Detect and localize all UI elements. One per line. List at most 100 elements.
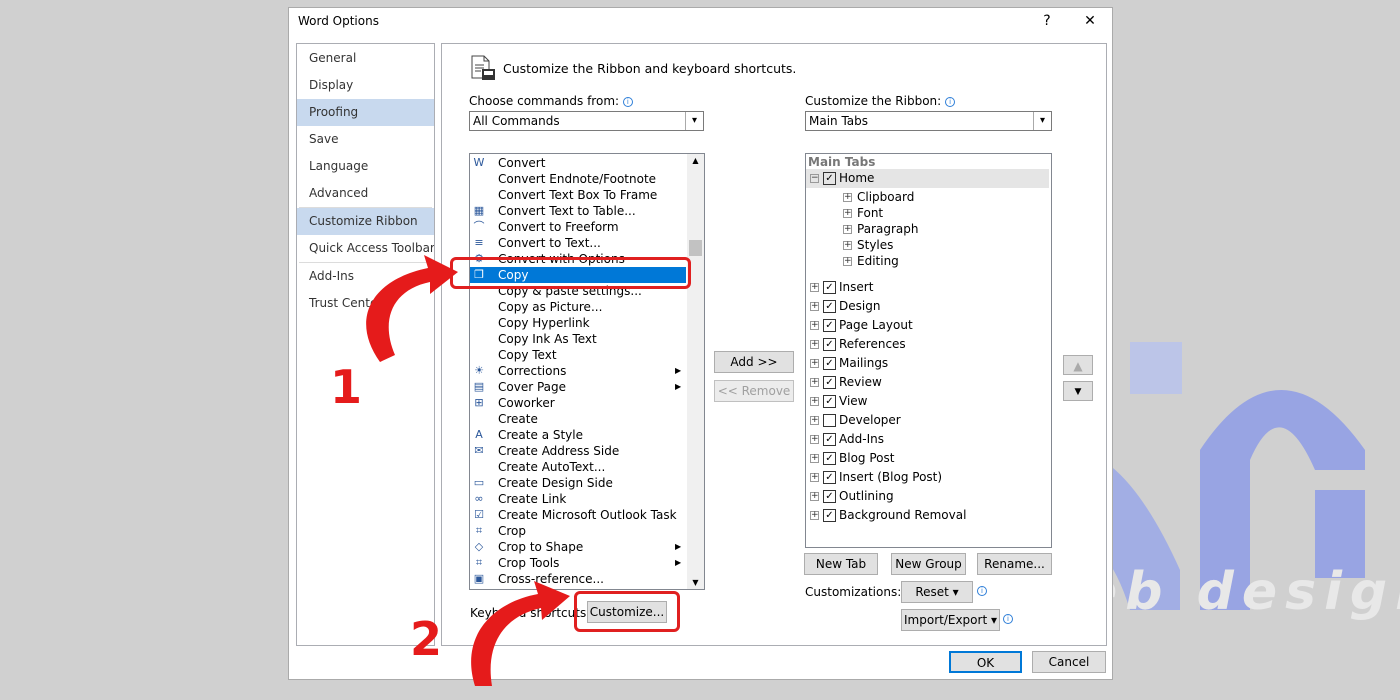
tree-tab-item[interactable]: + ✓ Insert (Blog Post): [806, 468, 1049, 487]
command-list-item[interactable]: ⊞ Coworker: [470, 395, 686, 411]
tree-tab-item[interactable]: + ✓ Page Layout: [806, 316, 1049, 335]
command-list-item[interactable]: ▦ Convert Text to Table...: [470, 203, 686, 219]
tree-tab-item[interactable]: + ✓ Outlining: [806, 487, 1049, 506]
tab-checkbox[interactable]: ✓: [823, 395, 836, 408]
command-list-item[interactable]: ⌗ Crop Tools ▶: [470, 555, 686, 571]
command-list-item[interactable]: Copy Ink As Text: [470, 331, 686, 347]
tab-checkbox[interactable]: ✓: [823, 319, 836, 332]
tree-tab-item[interactable]: + ✓ Background Removal: [806, 506, 1049, 525]
new-tab-button[interactable]: New Tab: [804, 553, 878, 575]
scroll-down-icon[interactable]: ▼: [687, 578, 704, 587]
tree-tab-item[interactable]: + ✓ Mailings: [806, 354, 1049, 373]
expand-icon[interactable]: +: [810, 378, 819, 387]
sidebar-item-customize-ribbon[interactable]: Customize Ribbon: [297, 208, 434, 235]
tab-checkbox[interactable]: ✓: [823, 357, 836, 370]
expand-icon[interactable]: +: [843, 241, 852, 250]
tree-tab-item[interactable]: + ✓ Review: [806, 373, 1049, 392]
command-list-item[interactable]: Create AutoText...: [470, 459, 686, 475]
command-list-item[interactable]: Copy as Picture...: [470, 299, 686, 315]
tree-tab-item[interactable]: + ✓ Design: [806, 297, 1049, 316]
tab-checkbox[interactable]: ✓: [823, 300, 836, 313]
reset-dropdown-button[interactable]: Reset ▾: [901, 581, 973, 603]
add-button[interactable]: Add >>: [714, 351, 794, 373]
tab-checkbox[interactable]: ✓: [823, 452, 836, 465]
command-list-item[interactable]: Convert Text Box To Frame: [470, 187, 686, 203]
expand-icon[interactable]: +: [810, 435, 819, 444]
tree-tab-item[interactable]: + ✓ Insert: [806, 278, 1049, 297]
command-list-item[interactable]: ✉ Create Address Side: [470, 443, 686, 459]
choose-commands-dropdown[interactable]: All Commands ▾: [469, 111, 704, 131]
new-group-button[interactable]: New Group: [891, 553, 966, 575]
sidebar-item-general[interactable]: General: [297, 45, 434, 72]
tab-checkbox[interactable]: [823, 414, 836, 427]
tab-checkbox[interactable]: ✓: [823, 376, 836, 389]
commands-listbox[interactable]: ▣ Cross-reference... ⌗ Crop Tools ▶ ◇ Crop to …: [469, 153, 705, 590]
rename-button[interactable]: Rename...: [977, 553, 1052, 575]
expand-icon[interactable]: +: [810, 359, 819, 368]
command-list-item[interactable]: W Convert: [470, 155, 686, 171]
tree-tab-item[interactable]: + ✓ References: [806, 335, 1049, 354]
ok-button[interactable]: OK: [949, 651, 1022, 673]
collapse-icon[interactable]: −: [810, 174, 819, 183]
expand-icon[interactable]: +: [843, 257, 852, 266]
expand-icon[interactable]: +: [810, 454, 819, 463]
sidebar-item-save[interactable]: Save: [297, 126, 434, 153]
expand-icon[interactable]: +: [810, 321, 819, 330]
command-list-item[interactable]: ☑ Create Microsoft Outlook Task: [470, 507, 686, 523]
tab-checkbox[interactable]: ✓: [823, 433, 836, 446]
command-list-item[interactable]: Convert Endnote/Footnote: [470, 171, 686, 187]
command-list-item[interactable]: Copy Text: [470, 347, 686, 363]
scroll-up-icon[interactable]: ▲: [687, 156, 704, 165]
expand-icon[interactable]: +: [810, 340, 819, 349]
expand-icon[interactable]: +: [810, 492, 819, 501]
tab-checkbox[interactable]: ✓: [823, 490, 836, 503]
command-list-item[interactable]: ≡ Convert to Text...: [470, 235, 686, 251]
command-list-item[interactable]: ◇ Crop to Shape ▶: [470, 539, 686, 555]
sidebar-item-proofing[interactable]: Proofing: [297, 99, 434, 126]
command-label: Cover Page: [498, 380, 567, 394]
sidebar-item-language[interactable]: Language: [297, 153, 434, 180]
tab-checkbox[interactable]: ✓: [823, 281, 836, 294]
command-list-item[interactable]: ☀ Corrections ▶: [470, 363, 686, 379]
expand-icon[interactable]: +: [810, 416, 819, 425]
expand-icon[interactable]: +: [843, 209, 852, 218]
tab-checkbox[interactable]: ✓: [823, 172, 836, 185]
move-down-button[interactable]: ▼: [1063, 381, 1093, 401]
command-list-item[interactable]: ⌒ Convert to Freeform: [470, 219, 686, 235]
expand-icon[interactable]: +: [810, 302, 819, 311]
customize-ribbon-dropdown[interactable]: Main Tabs ▾: [805, 111, 1052, 131]
command-list-item[interactable]: ⌗ Crop: [470, 523, 686, 539]
command-list-item[interactable]: ▭ Create Design Side: [470, 475, 686, 491]
sidebar-item-advanced[interactable]: Advanced: [297, 180, 434, 207]
expand-icon[interactable]: +: [810, 473, 819, 482]
command-list-item[interactable]: ∞ Create Link: [470, 491, 686, 507]
expand-icon[interactable]: +: [843, 225, 852, 234]
close-button[interactable]: ✕: [1079, 11, 1101, 31]
command-list-item[interactable]: Create: [470, 411, 686, 427]
scroll-thumb[interactable]: [689, 240, 702, 256]
ribbon-tabs-tree[interactable]: Main Tabs − ✓ Home + Clipboard + Font + Paragrap…: [805, 153, 1052, 548]
cancel-button[interactable]: Cancel: [1032, 651, 1106, 673]
tab-checkbox[interactable]: ✓: [823, 338, 836, 351]
expand-icon[interactable]: +: [810, 397, 819, 406]
command-list-item[interactable]: ▤ Cover Page ▶: [470, 379, 686, 395]
expand-icon[interactable]: +: [810, 511, 819, 520]
expand-icon[interactable]: +: [810, 283, 819, 292]
command-list-item[interactable]: Copy Hyperlink: [470, 315, 686, 331]
tree-tab-item[interactable]: − ✓ Home: [806, 169, 1049, 188]
tab-checkbox[interactable]: ✓: [823, 509, 836, 522]
tree-tab-item[interactable]: + Developer: [806, 411, 1049, 430]
tree-tab-item[interactable]: + ✓ Blog Post: [806, 449, 1049, 468]
remove-button[interactable]: << Remove: [714, 380, 794, 402]
tab-checkbox[interactable]: ✓: [823, 471, 836, 484]
tree-group-item[interactable]: + Editing: [806, 252, 1049, 271]
tree-tab-item[interactable]: + ✓ View: [806, 392, 1049, 411]
move-up-button[interactable]: ▲: [1063, 355, 1093, 375]
sidebar-item-display[interactable]: Display: [297, 72, 434, 99]
tree-tab-item[interactable]: + ✓ Add-Ins: [806, 430, 1049, 449]
command-list-item[interactable]: A Create a Style: [470, 427, 686, 443]
commands-scrollbar[interactable]: ▲ ▼: [687, 154, 704, 589]
help-button[interactable]: ?: [1036, 11, 1058, 31]
expand-icon[interactable]: +: [843, 193, 852, 202]
import-export-dropdown-button[interactable]: Import/Export ▾: [901, 609, 1000, 631]
